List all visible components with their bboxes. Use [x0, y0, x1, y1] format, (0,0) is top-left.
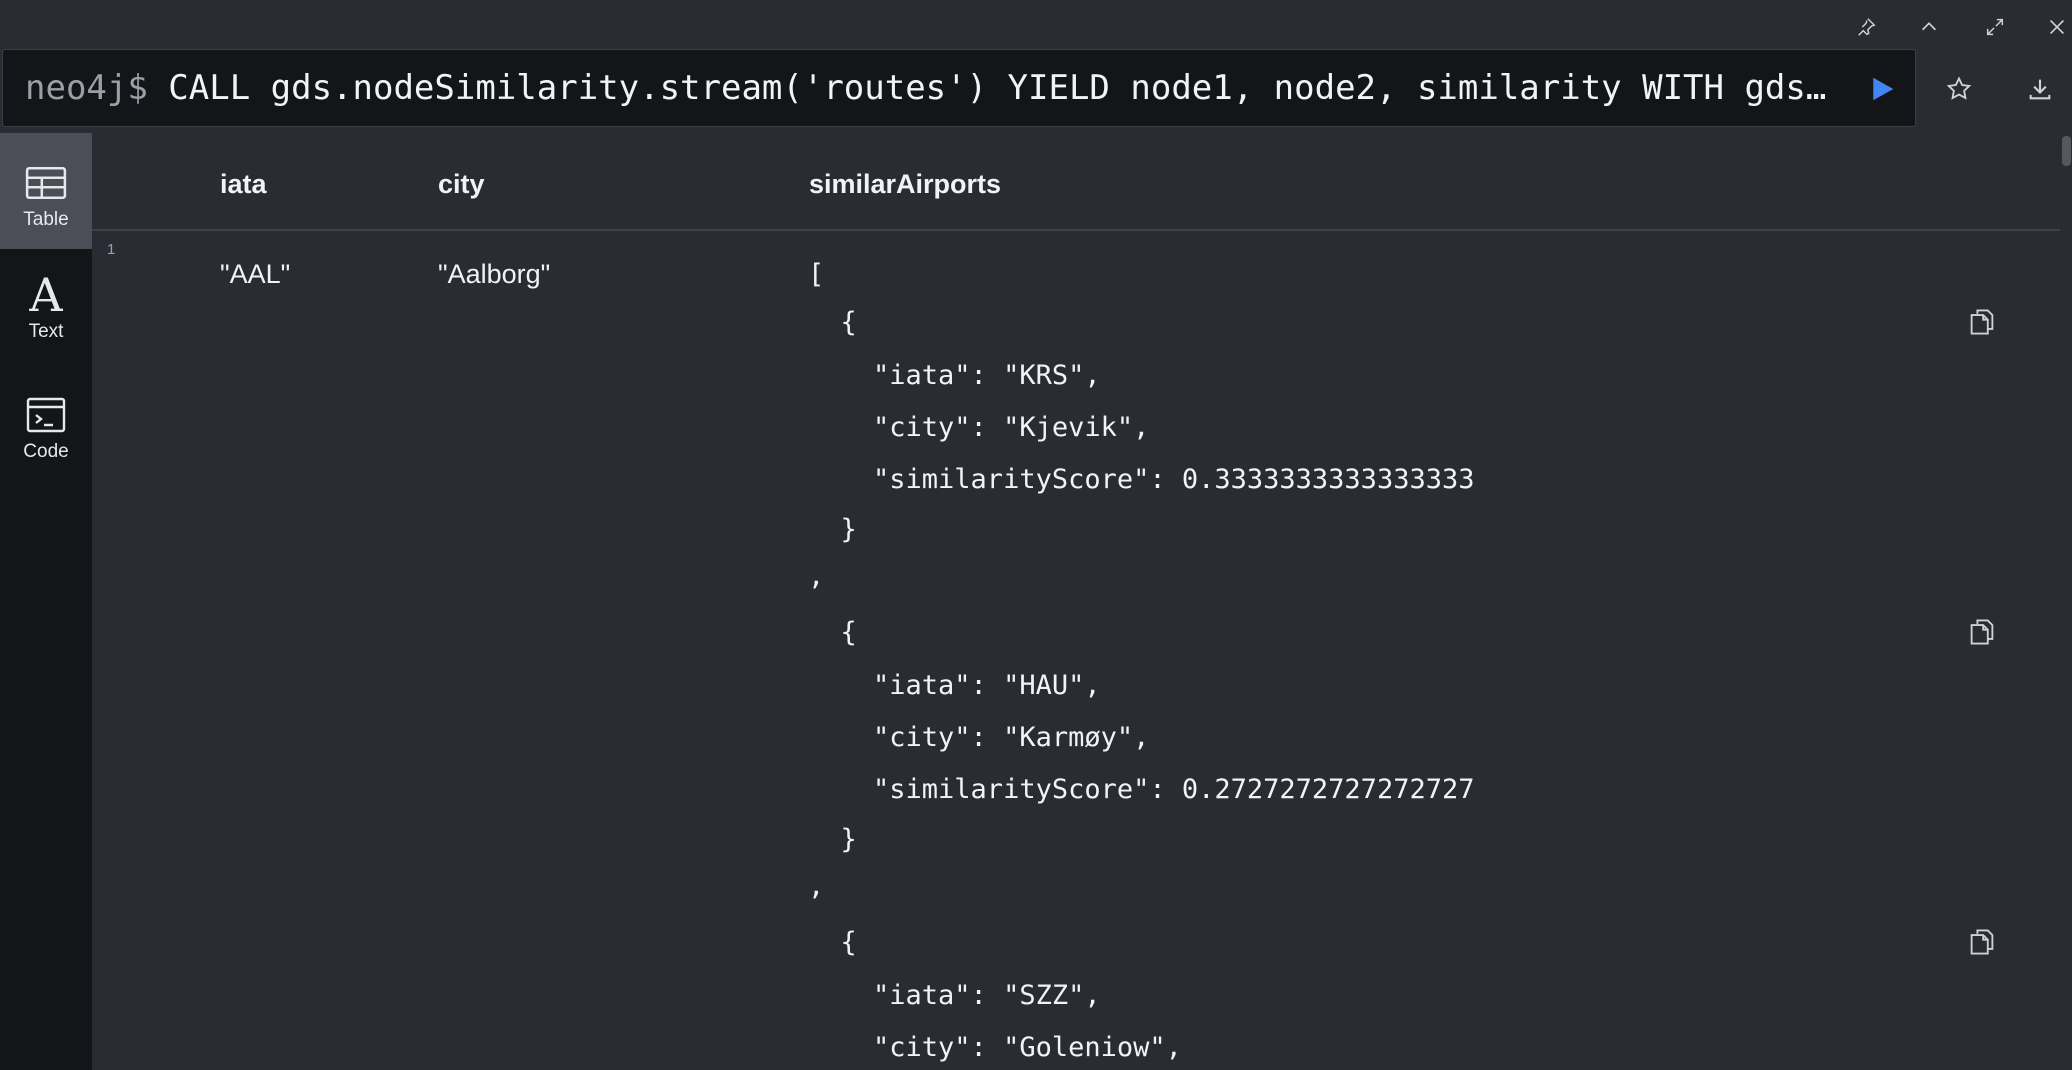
scrollbar[interactable] — [2060, 133, 2072, 1070]
tab-code[interactable]: Code — [0, 365, 92, 481]
json-line: "city": "Karmøy", — [808, 722, 1150, 753]
close-icon[interactable] — [2040, 10, 2072, 44]
tab-text-label: Text — [28, 321, 64, 342]
fullscreen-icon[interactable] — [1978, 10, 2012, 44]
copy-icon — [1970, 929, 1994, 955]
tab-code-label: Code — [23, 441, 69, 462]
download-icon — [2029, 79, 2051, 100]
run-button[interactable] — [1865, 72, 1899, 106]
json-line: "city": "Goleniow", — [808, 1032, 1182, 1063]
pin-icon[interactable] — [1849, 10, 1883, 44]
json-line: "iata": "SZZ", — [808, 980, 1101, 1011]
row-index: 1 — [107, 241, 116, 258]
column-header-iata[interactable]: iata — [220, 169, 267, 200]
json-line: "similarityScore": 0.3333333333333333 — [808, 464, 1475, 495]
tab-table[interactable]: Table — [0, 133, 92, 249]
download-button[interactable] — [2020, 69, 2060, 109]
tab-table-label: Table — [23, 209, 69, 230]
result-table: iata city similarAirports 1 "AAL" "Aalbo… — [92, 133, 2060, 1070]
copy-icon — [1970, 619, 1994, 645]
star-icon — [1946, 76, 1972, 100]
query-string[interactable]: CALL gds.nodeSimilarity.stream('routes')… — [148, 68, 1825, 108]
json-line: [ — [808, 259, 825, 290]
editor-prompt: neo4j$ — [25, 68, 148, 108]
view-sidebar: Table A Text Code — [0, 133, 92, 1070]
code-icon — [26, 395, 66, 435]
header-divider — [92, 229, 2060, 231]
text-icon: A — [29, 268, 63, 322]
query-text[interactable]: neo4j$ CALL gds.nodeSimilarity.stream('r… — [25, 68, 1825, 108]
tab-text[interactable]: A Text — [0, 249, 92, 365]
scrollbar-thumb[interactable] — [2062, 136, 2071, 166]
json-line: "iata": "KRS", — [808, 360, 1101, 391]
json-line: { — [808, 927, 857, 958]
copy-button[interactable] — [1965, 305, 1999, 339]
json-line: { — [808, 617, 857, 648]
json-line: "city": "Kjevik", — [808, 412, 1150, 443]
json-line: { — [808, 307, 857, 338]
query-editor[interactable]: neo4j$ CALL gds.nodeSimilarity.stream('r… — [2, 49, 1916, 127]
json-line: , — [808, 871, 825, 902]
column-header-city[interactable]: city — [438, 169, 485, 200]
json-line: "similarityScore": 0.2727272727272727 — [808, 774, 1475, 805]
column-header-similar-airports[interactable]: similarAirports — [809, 169, 1001, 200]
collapse-icon[interactable] — [1912, 10, 1946, 44]
cell-iata: "AAL" — [220, 259, 291, 289]
json-line: } — [808, 514, 857, 545]
json-line: , — [808, 561, 825, 592]
cell-city: "Aalborg" — [438, 259, 551, 289]
play-icon — [1873, 77, 1894, 101]
table-icon — [25, 163, 67, 203]
copy-icon — [1970, 309, 1994, 335]
frame-toolbar — [0, 0, 2072, 48]
copy-button[interactable] — [1965, 925, 1999, 959]
copy-button[interactable] — [1965, 615, 1999, 649]
json-line: "iata": "HAU", — [808, 670, 1101, 701]
favorite-button[interactable] — [1939, 69, 1979, 109]
json-line: } — [808, 824, 857, 855]
